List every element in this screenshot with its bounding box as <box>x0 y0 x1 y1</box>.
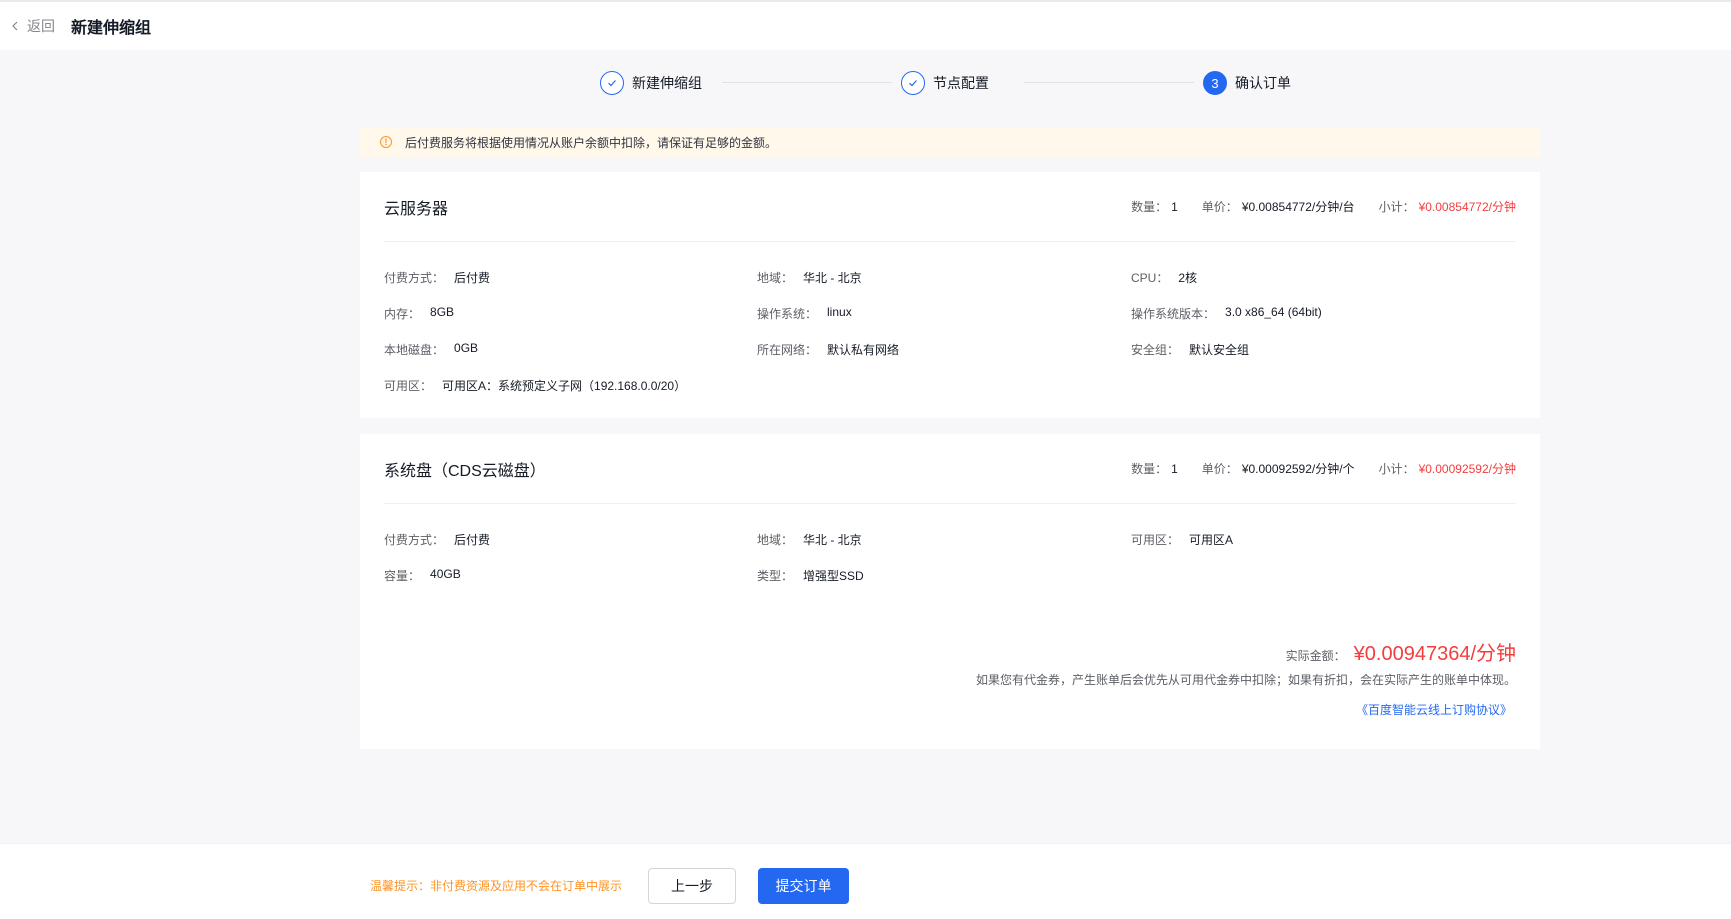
info-item: 操作系统版本： 3.0 x86_64 (64bit) <box>1131 305 1322 322</box>
info-item: CPU： 2核 <box>1131 269 1197 286</box>
info-key: 内存： <box>384 307 421 321</box>
info-item: 所在网络： 默认私有网络 <box>757 341 899 358</box>
qty-value: 1 <box>1171 199 1178 214</box>
total-row: 实际金额： ¥0.00947364/分钟 <box>1286 637 1516 666</box>
info-item: 内存： 8GB <box>384 305 454 322</box>
back-button[interactable]: 返回 <box>9 16 55 36</box>
info-item: 地域： 华北 - 北京 <box>757 531 862 548</box>
chevron-left-icon <box>12 21 18 31</box>
step-2: 节点配置 <box>901 70 989 96</box>
footer-bar: 温馨提示：非付费资源及应用不会在订单中展示 上一步 提交订单 <box>0 843 1731 919</box>
info-key: 所在网络： <box>757 343 818 357</box>
info-item: 付费方式： 后付费 <box>384 531 490 548</box>
notice-text: 后付费服务将根据使用情况从账户余额中扣除，请保证有足够的金额。 <box>405 135 778 150</box>
step-done-circle <box>600 71 624 95</box>
info-value: 增强型SSD <box>803 569 864 583</box>
info-key: 可用区： <box>384 379 433 393</box>
info-value: 后付费 <box>454 271 491 285</box>
step-label: 节点配置 <box>933 75 989 91</box>
info-value: 后付费 <box>454 533 491 547</box>
info-value: 默认安全组 <box>1189 343 1250 357</box>
info-value: 华北 - 北京 <box>803 271 862 285</box>
info-item: 付费方式： 后付费 <box>384 269 490 286</box>
info-key: 容量： <box>384 569 421 583</box>
page-title: 新建伸缩组 <box>71 20 152 37</box>
server-card: 云服务器 数量： 1 单价： ¥0.00854772/分钟/台 小计： ¥0.0… <box>360 172 1540 418</box>
info-key: 付费方式： <box>384 271 445 285</box>
qty-value: 1 <box>1171 461 1178 476</box>
total-value: ¥0.00947364/分钟 <box>1353 643 1516 665</box>
info-key: 地域： <box>757 533 794 547</box>
card-title: 云服务器 <box>384 200 449 218</box>
step-connector <box>1024 82 1194 83</box>
info-value: linux <box>827 305 852 319</box>
submit-order-button[interactable]: 提交订单 <box>758 868 849 904</box>
info-value: 2核 <box>1178 271 1198 285</box>
subtotal-label: 小计： <box>1378 462 1415 476</box>
info-item: 类型： 增强型SSD <box>757 567 864 584</box>
disk-card: 系统盘（CDS云磁盘） 数量： 1 单价： ¥0.00092592/分钟/个 小… <box>360 434 1540 607</box>
top-bar: 返回 新建伸缩组 <box>0 0 1731 50</box>
total-label: 实际金额： <box>1285 649 1346 663</box>
warning-icon: ! <box>380 136 392 148</box>
step-done-circle <box>901 71 925 95</box>
qty-label: 数量： <box>1131 200 1168 214</box>
step-connector <box>722 82 892 83</box>
info-item: 本地磁盘： 0GB <box>384 341 478 358</box>
prev-step-button[interactable]: 上一步 <box>648 868 736 904</box>
info-item: 操作系统： linux <box>757 305 852 322</box>
unit-price-label: 单价： <box>1201 200 1238 214</box>
info-value: 40GB <box>430 567 461 581</box>
info-key: 操作系统版本： <box>1131 307 1216 321</box>
info-value: 华北 - 北京 <box>803 533 862 547</box>
card-title: 系统盘（CDS云磁盘） <box>384 462 546 480</box>
info-key: 操作系统： <box>757 307 818 321</box>
unit-price-label: 单价： <box>1201 462 1238 476</box>
agreement-link[interactable]: 《百度智能云线上订购协议》 <box>1356 701 1512 718</box>
info-value: 0GB <box>454 341 479 355</box>
info-key: 安全组： <box>1131 343 1180 357</box>
info-key: 地域： <box>757 271 794 285</box>
steps-progress: 新建伸缩组 节点配置 3 确认订单 <box>0 70 1731 96</box>
back-label: 返回 <box>27 18 55 34</box>
check-icon <box>608 80 616 87</box>
info-key: 本地磁盘： <box>384 343 445 357</box>
unit-price-value: ¥0.00092592/分钟/个 <box>1241 462 1355 476</box>
info-value: 默认私有网络 <box>827 343 900 357</box>
step-label: 新建伸缩组 <box>632 75 702 91</box>
info-key: 可用区： <box>1131 533 1180 547</box>
info-key: CPU： <box>1131 271 1169 285</box>
price-row: 数量： 1 单价： ¥0.00854772/分钟/台 小计： ¥0.008547… <box>1131 198 1516 215</box>
info-item: 容量： 40GB <box>384 567 461 584</box>
price-row: 数量： 1 单价： ¥0.00092592/分钟/个 小计： ¥0.000925… <box>1131 460 1516 477</box>
check-icon <box>909 80 917 87</box>
step-active-circle: 3 <box>1203 71 1227 95</box>
info-item: 可用区： 可用区A：系统预定义子网（192.168.0.0/20） <box>384 377 686 394</box>
info-value: 3.0 x86_64 (64bit) <box>1225 305 1322 319</box>
unit-price-value: ¥0.00854772/分钟/台 <box>1241 200 1355 214</box>
order-summary: 实际金额： ¥0.00947364/分钟 如果您有代金券，产生账单后会优先从可用… <box>360 607 1540 749</box>
subtotal-value: ¥0.00092592/分钟 <box>1418 462 1516 476</box>
card-header: 云服务器 数量： 1 单价： ¥0.00854772/分钟/台 小计： ¥0.0… <box>384 172 1516 242</box>
info-value: 可用区A：系统预定义子网（192.168.0.0/20） <box>442 379 687 393</box>
info-value: 可用区A <box>1189 533 1234 547</box>
card-header: 系统盘（CDS云磁盘） 数量： 1 单价： ¥0.00092592/分钟/个 小… <box>384 434 1516 504</box>
info-item: 地域： 华北 - 北京 <box>757 269 862 286</box>
info-item: 安全组： 默认安全组 <box>1131 341 1249 358</box>
step-1: 新建伸缩组 <box>600 70 702 96</box>
subtotal-label: 小计： <box>1378 200 1415 214</box>
qty-label: 数量： <box>1131 462 1168 476</box>
step-3: 3 确认订单 <box>1203 70 1291 96</box>
info-key: 类型： <box>757 569 794 583</box>
step-label: 确认订单 <box>1235 75 1291 91</box>
info-item: 可用区： 可用区A <box>1131 531 1233 548</box>
info-key: 付费方式： <box>384 533 445 547</box>
notice-bar: ! 后付费服务将根据使用情况从账户余额中扣除，请保证有足够的金额。 <box>360 127 1540 157</box>
info-value: 8GB <box>430 305 455 319</box>
footer-tip: 温馨提示：非付费资源及应用不会在订单中展示 <box>370 879 623 893</box>
total-note: 如果您有代金券，产生账单后会优先从可用代金券中扣除；如果有折扣，会在实际产生的账… <box>975 673 1516 687</box>
subtotal-value: ¥0.00854772/分钟 <box>1418 200 1516 214</box>
